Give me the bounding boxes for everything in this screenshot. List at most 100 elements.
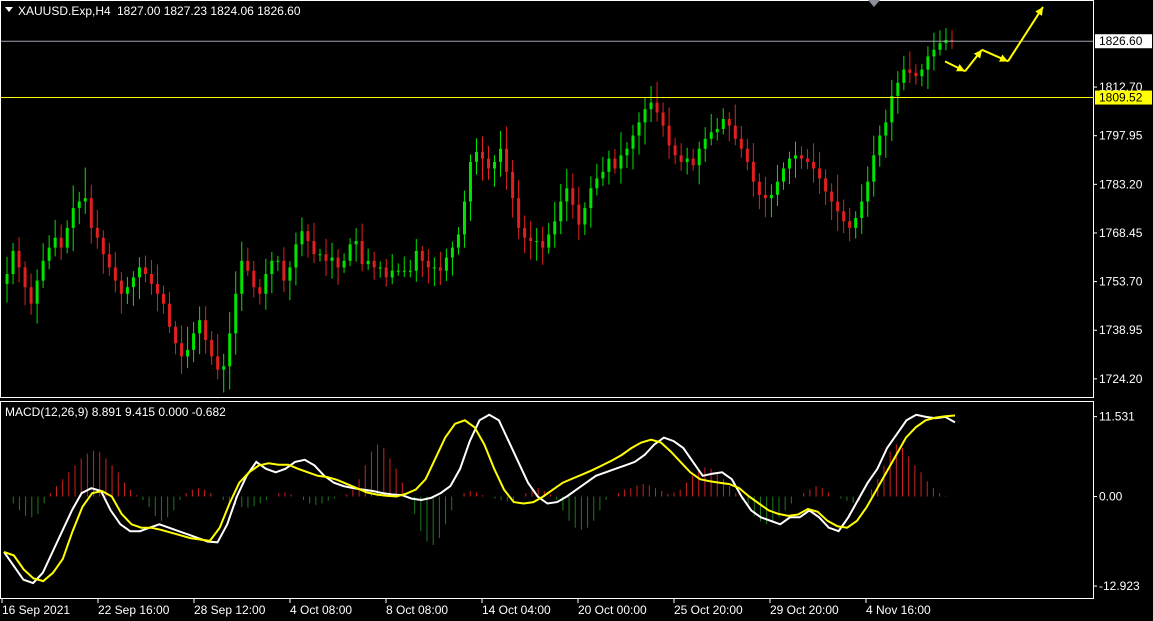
candle [5,256,9,303]
candle [769,184,773,218]
candle [29,273,33,315]
candle [914,64,918,85]
candle-body [174,326,178,344]
candle-body [348,244,352,261]
candle [932,32,936,71]
candle [793,141,797,178]
candle-body [721,119,725,129]
candle [577,186,581,241]
candle-body [318,254,322,256]
candle-body [661,112,665,126]
candle [210,331,214,365]
symbol-dropdown-icon[interactable] [5,7,13,12]
candle [896,71,900,114]
candle-body [456,234,460,248]
candle-body [709,132,713,139]
candle-body [854,217,858,228]
candle [474,138,478,175]
candle-body [282,260,286,281]
candle [306,224,310,258]
candle-body [806,158,810,162]
candle-body [890,95,894,123]
time-tick-label: 4 Oct 08:00 [290,603,352,617]
candle [679,143,683,171]
candle-body [577,204,581,225]
candle-body [252,270,256,288]
chart-shift-marker-icon[interactable] [868,0,880,7]
candlestick-series [5,28,954,393]
candle-body [228,333,232,367]
candle [180,325,184,374]
candle-body [168,303,172,327]
candle [174,321,178,355]
candle [354,228,358,262]
candle-body [95,227,99,238]
candle-body [438,267,442,271]
candle [703,127,707,162]
candle-body [607,158,611,172]
candle-body [499,148,503,162]
candle [125,277,129,304]
candle-body [149,274,153,284]
candle-body [769,194,773,199]
candle [565,168,569,222]
candle-body [234,293,238,334]
candle [854,211,858,239]
candle [270,251,274,294]
candle [709,113,713,146]
candle [517,180,521,239]
candle-body [529,237,533,242]
candle [420,245,424,277]
candle [938,30,942,56]
candle [691,148,695,171]
candle-body [432,267,436,269]
candle-body [390,270,394,278]
candle [541,226,545,265]
candle-body [613,158,617,169]
candle [234,271,238,355]
candle-body [673,145,677,156]
candle-body [667,125,671,146]
candle [884,109,888,158]
candle [727,112,731,142]
candle [902,55,906,91]
candle [529,221,533,260]
candle-body [896,82,900,96]
candle [583,202,587,235]
candle-body [210,339,214,357]
candle-body [511,171,515,199]
candle-body [715,128,719,133]
candle-body [739,138,743,149]
candle [426,249,430,284]
candle-body [830,191,834,202]
candle [264,258,268,310]
candle-body [775,181,779,195]
candle [162,285,166,314]
candle-body [41,260,45,281]
candle [101,230,105,274]
candle-body [420,250,424,261]
candle [83,167,87,214]
candle [390,254,394,285]
candle [462,190,466,248]
candle-body [703,138,707,149]
candle-body [757,181,761,195]
candle [860,184,864,234]
candle-body [300,231,304,245]
level-price-label: 1809.52 [1099,91,1143,105]
candle-body [47,247,51,261]
candle [11,242,15,285]
candle [673,137,677,165]
candle-body [793,155,797,159]
chart-canvas[interactable]: XAUUSD.Exp,H4 1827.00 1827.23 1824.06 18… [0,0,1153,621]
candle-body [493,161,497,169]
price-tick-label: 1753.70 [1099,275,1143,289]
candle [77,192,81,225]
candle-body [595,178,599,189]
candle-body [306,231,310,242]
time-tick-label: 14 Oct 04:00 [482,603,551,617]
candle [41,243,45,288]
candle-body [402,270,406,272]
candle [71,185,75,252]
candle [366,248,370,270]
